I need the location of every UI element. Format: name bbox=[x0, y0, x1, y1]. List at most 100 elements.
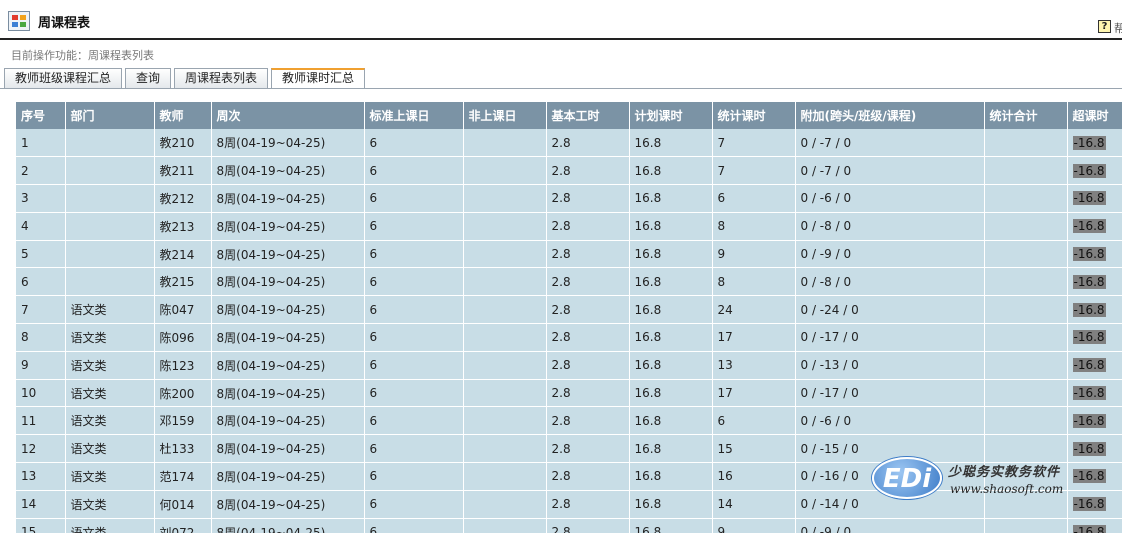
table-row[interactable]: 11 语文类 邓159 8周(04-19~04-25) 6 2.8 16.8 6 0 / -6 … bbox=[16, 406, 1122, 436]
cell-total bbox=[984, 490, 1068, 519]
cell-standard-days: 6 bbox=[364, 351, 464, 380]
overtime-value: -16.8 bbox=[1072, 219, 1106, 234]
table-row[interactable]: 12 语文类 杜133 8周(04-19~04-25) 6 2.8 16.8 15 0 / -1… bbox=[16, 434, 1122, 464]
cell-non-class-days bbox=[463, 129, 547, 158]
cell-counted-hours: 6 bbox=[712, 406, 796, 436]
cell-additional: 0 / -9 / 0 bbox=[795, 240, 985, 269]
cell-week: 8周(04-19~04-25) bbox=[211, 518, 365, 533]
table-row[interactable]: 6 教215 8周(04-19~04-25) 6 2.8 16.8 8 0 / -8 / 0-… bbox=[16, 267, 1122, 297]
cell-week: 8周(04-19~04-25) bbox=[211, 295, 365, 325]
cell-base-hours: 2.8 bbox=[546, 240, 630, 269]
cell-teacher: 教210 bbox=[154, 129, 212, 158]
column-header-total[interactable]: 统计合计 bbox=[984, 102, 1068, 129]
cell-week: 8周(04-19~04-25) bbox=[211, 406, 365, 436]
cell-standard-days: 6 bbox=[364, 434, 464, 464]
help-link[interactable]: 帮 bbox=[1114, 20, 1122, 36]
cell-week: 8周(04-19~04-25) bbox=[211, 490, 365, 519]
cell-teacher: 教215 bbox=[154, 267, 212, 297]
cell-total bbox=[984, 129, 1068, 158]
table-row[interactable]: 14 语文类 何014 8周(04-19~04-25) 6 2.8 16.8 14 0 / -1… bbox=[16, 490, 1122, 519]
column-header-standard-days[interactable]: 标准上课日 bbox=[364, 102, 464, 129]
table-row[interactable]: 5 教214 8周(04-19~04-25) 6 2.8 16.8 9 0 / -9 / 0 -… bbox=[16, 240, 1122, 269]
cell-additional: 0 / -6 / 0 bbox=[795, 184, 985, 213]
cell-department bbox=[65, 156, 155, 186]
overtime-value: -16.8 bbox=[1072, 386, 1106, 401]
tab-divider bbox=[0, 88, 1122, 89]
column-header-planned-hours[interactable]: 计划课时 bbox=[629, 102, 713, 129]
cell-additional: 0 / -15 / 0 bbox=[795, 434, 985, 464]
tab-weekly-schedule-list[interactable]: 周课程表列表 bbox=[174, 68, 269, 88]
table-row[interactable]: 1 教210 8周(04-19~04-25) 6 2.8 16.8 7 0 / -7 / 0 -… bbox=[16, 129, 1122, 158]
cell-non-class-days bbox=[463, 379, 547, 408]
tab-teacher-class-summary[interactable]: 教师班级课程汇总 bbox=[4, 68, 123, 88]
cell-week: 8周(04-19~04-25) bbox=[211, 379, 365, 408]
cell-base-hours: 2.8 bbox=[546, 295, 630, 325]
cell-counted-hours: 16 bbox=[712, 462, 796, 491]
cell-base-hours: 2.8 bbox=[546, 156, 630, 186]
cell-planned-hours: 16.8 bbox=[629, 212, 713, 241]
column-header-base-hours[interactable]: 基本工时 bbox=[546, 102, 630, 129]
table-row[interactable]: 3 教212 8周(04-19~04-25) 6 2.8 16.8 6 0 / -6 / 0-… bbox=[16, 184, 1122, 213]
cell-department bbox=[65, 240, 155, 269]
cell-planned-hours: 16.8 bbox=[629, 406, 713, 436]
cell-total bbox=[984, 212, 1068, 241]
table-row[interactable]: 2 教211 8周(04-19~04-25) 6 2.8 16.8 7 0 / -7 / 0 -… bbox=[16, 156, 1122, 186]
cell-planned-hours: 16.8 bbox=[629, 490, 713, 519]
cell-department bbox=[65, 267, 155, 297]
help-icon[interactable]: ? bbox=[1098, 20, 1111, 33]
table-row[interactable]: 4 教213 8周(04-19~04-25) 6 2.8 16.8 8 0 / -8 / 0 -… bbox=[16, 212, 1122, 241]
cell-base-hours: 2.8 bbox=[546, 212, 630, 241]
cell-counted-hours: 7 bbox=[712, 129, 796, 158]
cell-week: 8周(04-19~04-25) bbox=[211, 462, 365, 491]
column-header-teacher[interactable]: 教师 bbox=[154, 102, 212, 129]
table-row[interactable]: 15 语文类 刘072 8周(04-19~04-25) 6 2.8 16.8 9 0 / -9 … bbox=[16, 518, 1122, 533]
table-row[interactable]: 7 语文类 陈047 8周(04-19~04-25) 6 2.8 16.8 24 0 / -24… bbox=[16, 295, 1122, 325]
cell-total bbox=[984, 379, 1068, 408]
table-row[interactable]: 9 语文类 陈123 8周(04-19~04-25) 6 2.8 16.8 13 0 / -13… bbox=[16, 351, 1122, 380]
column-header-department[interactable]: 部门 bbox=[65, 102, 155, 129]
title-bar: 周课程表 ? 帮 bbox=[0, 0, 1122, 40]
cell-total bbox=[984, 518, 1068, 533]
cell-overtime: -16.8 bbox=[1067, 434, 1122, 464]
cell-non-class-days bbox=[463, 462, 547, 491]
cell-planned-hours: 16.8 bbox=[629, 379, 713, 408]
cell-additional: 0 / -8 / 0 bbox=[795, 267, 985, 297]
overtime-value: -16.8 bbox=[1072, 135, 1106, 150]
cell-teacher: 刘072 bbox=[154, 518, 212, 533]
cell-department bbox=[65, 129, 155, 158]
overtime-value: -16.8 bbox=[1072, 274, 1106, 289]
cell-planned-hours: 16.8 bbox=[629, 518, 713, 533]
column-header-counted-hours[interactable]: 统计课时 bbox=[712, 102, 796, 129]
cell-week: 8周(04-19~04-25) bbox=[211, 129, 365, 158]
teacher-hours-table: 序号 部门 教师 周次 标准上课日 非上课日 基本工时 计划课时 统计课时 附加… bbox=[16, 102, 1122, 533]
cell-department: 语文类 bbox=[65, 406, 155, 436]
cell-standard-days: 6 bbox=[364, 184, 464, 213]
cell-total bbox=[984, 462, 1068, 491]
page-title: 周课程表 bbox=[38, 16, 91, 31]
column-header-index[interactable]: 序号 bbox=[16, 102, 66, 129]
cell-week: 8周(04-19~04-25) bbox=[211, 267, 365, 297]
cell-standard-days: 6 bbox=[364, 267, 464, 297]
cell-teacher: 教213 bbox=[154, 212, 212, 241]
cell-index: 10 bbox=[16, 379, 66, 408]
tab-teacher-hours-summary[interactable]: 教师课时汇总 bbox=[271, 68, 366, 88]
column-header-week[interactable]: 周次 bbox=[211, 102, 365, 129]
table-row[interactable]: 10 语文类 陈200 8周(04-19~04-25) 6 2.8 16.8 17 0 / -1… bbox=[16, 379, 1122, 408]
overtime-value: -16.8 bbox=[1072, 497, 1106, 512]
cell-base-hours: 2.8 bbox=[546, 462, 630, 491]
cell-standard-days: 6 bbox=[364, 295, 464, 325]
table-row[interactable]: 8 语文类 陈096 8周(04-19~04-25) 6 2.8 16.8 17 0 / -17… bbox=[16, 323, 1122, 352]
table-row[interactable]: 13 语文类 范174 8周(04-19~04-25) 6 2.8 16.8 16 0 / -1… bbox=[16, 462, 1122, 491]
column-header-overtime[interactable]: 超课时 bbox=[1067, 102, 1122, 129]
cell-department: 语文类 bbox=[65, 462, 155, 491]
tab-query[interactable]: 查询 bbox=[125, 68, 172, 88]
cell-standard-days: 6 bbox=[364, 462, 464, 491]
cell-week: 8周(04-19~04-25) bbox=[211, 212, 365, 241]
column-header-additional[interactable]: 附加(跨头/班级/课程) bbox=[795, 102, 985, 129]
cell-index: 1 bbox=[16, 129, 66, 158]
cell-overtime: -16.8 bbox=[1067, 462, 1122, 491]
cell-base-hours: 2.8 bbox=[546, 351, 630, 380]
column-header-non-class-days[interactable]: 非上课日 bbox=[463, 102, 547, 129]
cell-base-hours: 2.8 bbox=[546, 406, 630, 436]
cell-total bbox=[984, 351, 1068, 380]
